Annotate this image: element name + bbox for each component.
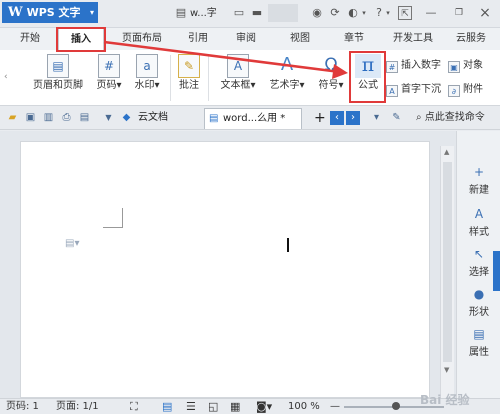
annotation-arrow [103,40,348,79]
